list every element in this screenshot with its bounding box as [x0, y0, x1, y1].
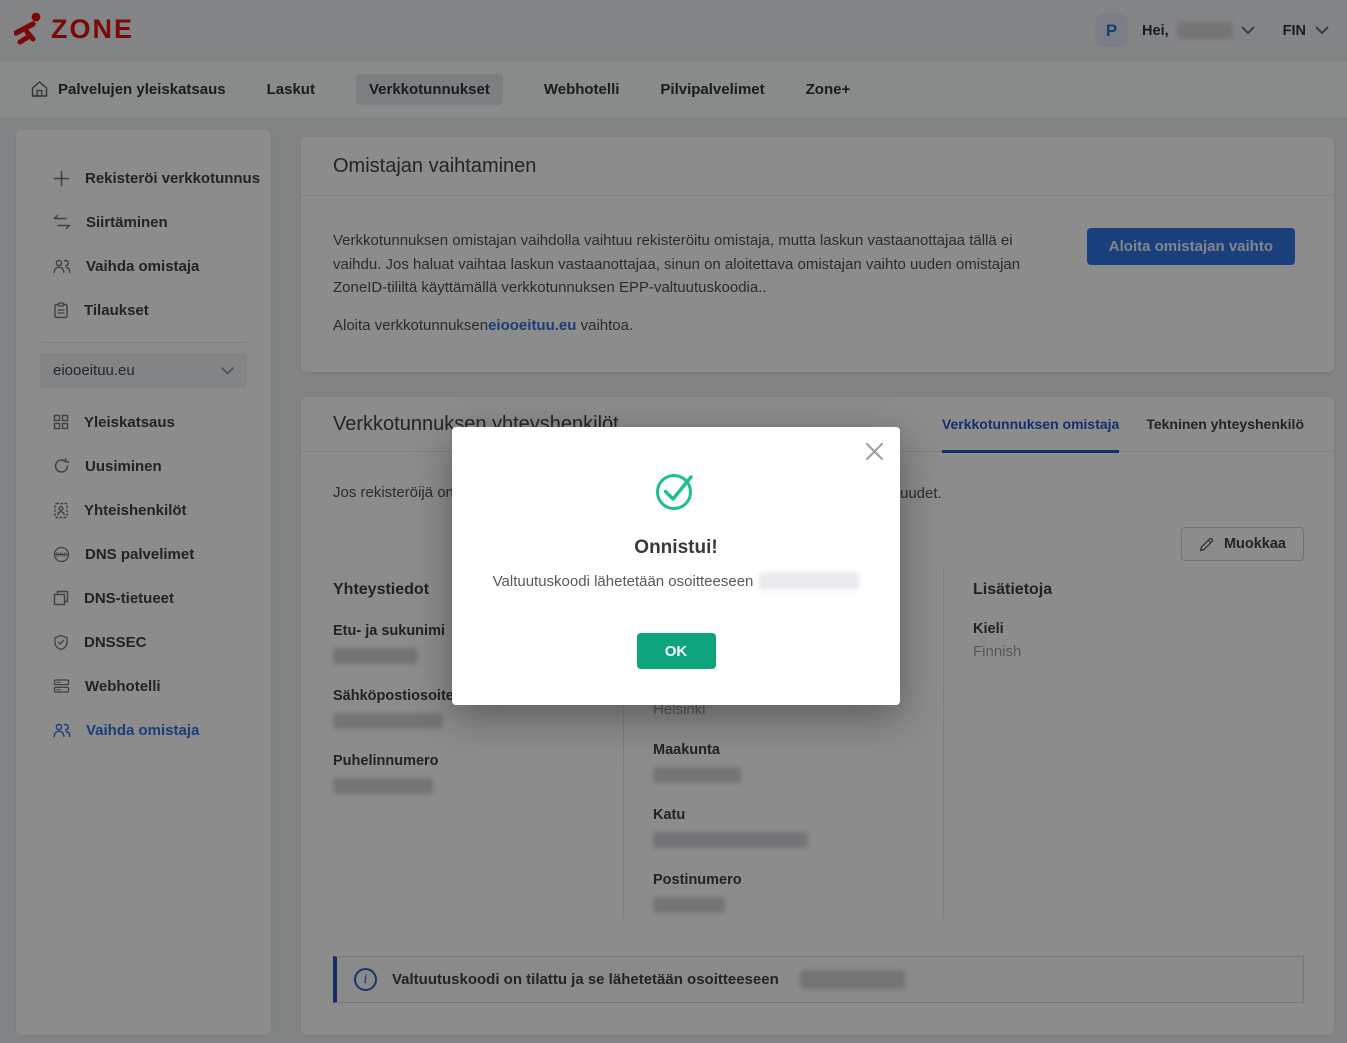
modal-message-text: Valtuutuskoodi lähetetään osoitteeseen	[493, 573, 754, 590]
app-root: ZONE P Hei, FIN	[0, 0, 1347, 1043]
modal-title: Onnistui!	[452, 537, 900, 559]
success-check-icon	[653, 468, 699, 512]
modal-message: Valtuutuskoodi lähetetään osoitteeseen	[452, 572, 900, 590]
success-modal: Onnistui! Valtuutuskoodi lähetetään osoi…	[452, 427, 900, 705]
redacted-email	[759, 572, 859, 590]
ok-button[interactable]: OK	[637, 633, 716, 669]
close-icon[interactable]	[864, 441, 885, 462]
